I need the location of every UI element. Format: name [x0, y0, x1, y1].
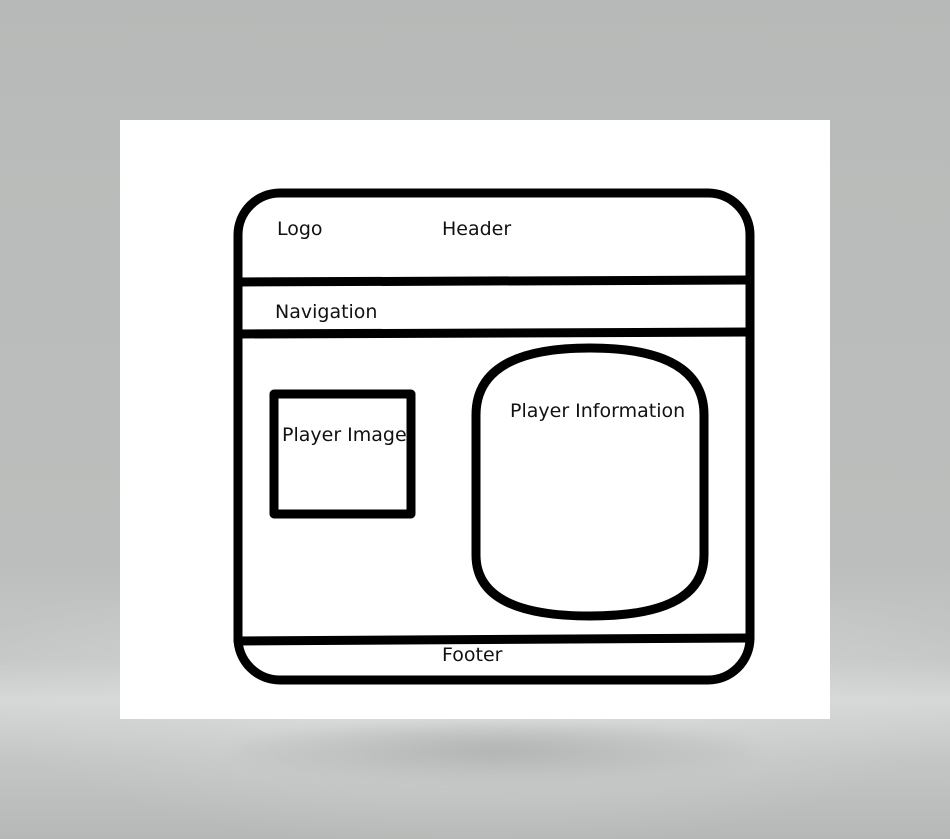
header-divider — [233, 275, 753, 287]
header-label: Header — [442, 218, 512, 240]
player-information-box — [471, 343, 709, 621]
navigation-label: Navigation — [275, 301, 378, 323]
paper-shadow — [235, 722, 755, 782]
navigation-divider — [233, 327, 755, 339]
player-image-label: Player Image — [282, 424, 407, 446]
paper-sheet: Logo Header Navigation Player Image Play… — [120, 120, 830, 719]
footer-label: Footer — [442, 644, 503, 666]
wireframe-sketch — [233, 188, 755, 685]
player-information-label: Player Information — [510, 400, 686, 422]
player-image-box — [269, 389, 416, 519]
footer-divider — [233, 633, 755, 646]
logo-label: Logo — [277, 218, 323, 240]
